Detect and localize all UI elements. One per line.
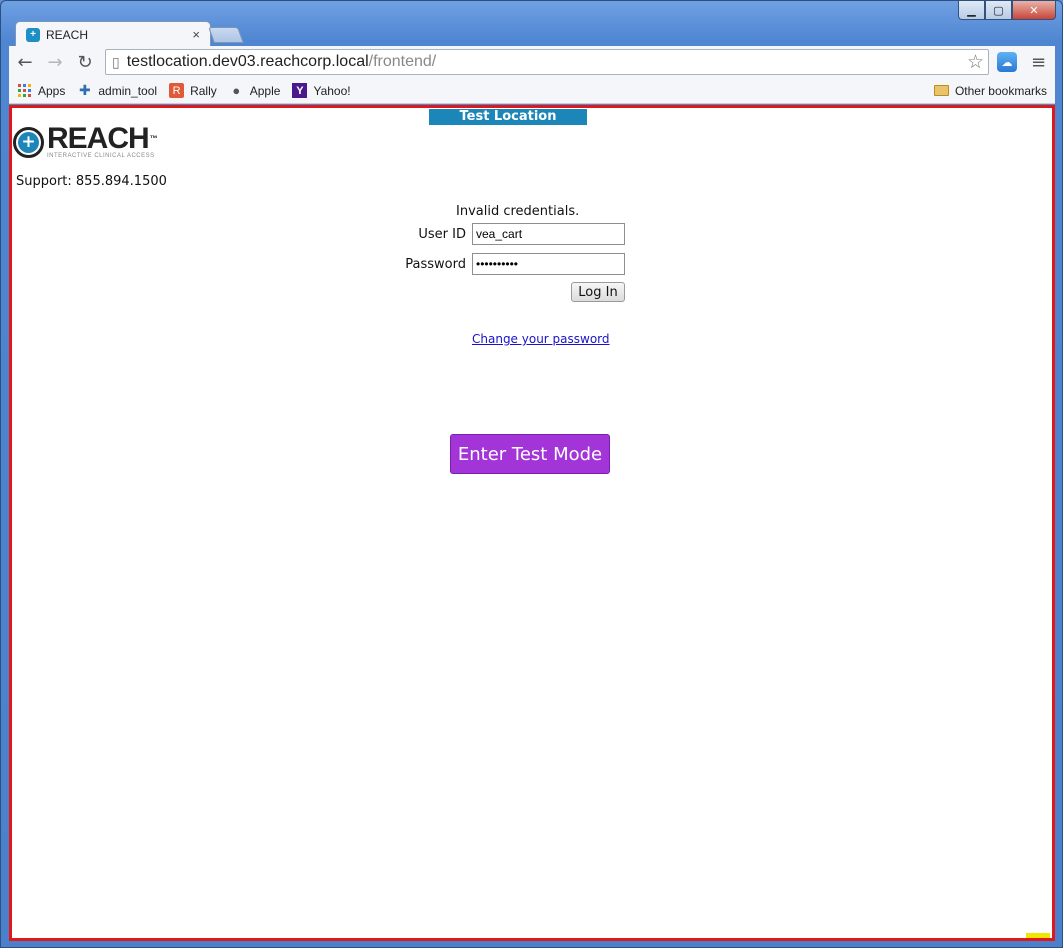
maximize-icon[interactable]: ▢ [985,1,1012,20]
bookmark-label: Yahoo! [313,83,351,98]
logo-word: REACH™ [47,122,158,155]
forward-icon[interactable]: → [41,48,69,76]
new-tab-button[interactable] [208,27,244,43]
login-button[interactable]: Log In [571,282,625,302]
change-password-link[interactable]: Change your password [472,332,610,346]
url-host: testlocation.dev03.reachcorp.local [126,53,369,70]
folder-icon [933,83,949,98]
reload-icon[interactable]: ↻ [71,48,99,76]
bookmark-apple[interactable]: ● Apple [229,83,281,98]
bookmark-star-icon[interactable]: ☆ [967,51,984,74]
password-label: Password [405,257,466,272]
tab-close-icon[interactable]: × [192,27,200,42]
bookmark-label: Rally [190,83,217,98]
reach-logo-icon: + [13,127,44,158]
bookmark-rally[interactable]: R Rally [169,83,217,98]
logo-tagline: INTERACTIVE CLINICAL ACCESS [47,153,155,159]
url-path: /frontend/ [368,53,437,70]
bookmark-label: admin_tool [98,83,158,98]
tab-title: REACH [46,27,89,42]
corner-indicator [1026,933,1050,938]
bookmark-apps[interactable]: Apps [17,83,65,98]
user-id-label: User ID [418,227,466,242]
window-controls: ▁ ▢ ✕ [958,1,1056,20]
browser-window: ▁ ▢ ✕ + REACH × ← → ↻ ▯ testlocation.dev… [0,0,1063,948]
bookmarks-bar: Apps ✚ admin_tool R Rally ● Apple Y Yaho… [9,78,1055,104]
back-icon[interactable]: ← [11,48,39,76]
support-phone: Support: 855.894.1500 [16,174,167,189]
tab-reach[interactable]: + REACH × [15,21,211,47]
reach-logo: + REACH™ INTERACTIVE CLINICAL ACCESS [13,122,158,159]
yahoo-icon: Y [292,83,308,98]
error-message: Invalid credentials. [456,204,580,219]
cloud-extension-icon[interactable]: ☁ [997,52,1017,72]
password-input[interactable] [472,253,625,275]
location-banner: Test Location (dev03) [429,109,587,140]
browser-toolbar: ← → ↻ ▯ testlocation.dev03.reachcorp.loc… [9,46,1055,78]
bookmark-label: Apps [38,83,66,98]
page-viewport: Test Location (dev03) + REACH™ INTERACTI… [9,105,1055,941]
address-bar[interactable]: ▯ testlocation.dev03.reachcorp.local/fro… [105,49,989,75]
apps-grid-icon [17,83,32,98]
bookmark-admin-tool[interactable]: ✚ admin_tool [77,82,158,98]
minimize-icon[interactable]: ▁ [958,1,985,20]
user-id-input[interactable] [472,223,625,245]
apple-icon: ● [232,83,241,98]
bookmark-label: Other bookmarks [954,83,1047,98]
page-icon: ▯ [112,53,120,70]
bookmark-other[interactable]: Other bookmarks [933,83,1047,98]
enter-test-mode-button[interactable]: Enter Test Mode [450,434,610,474]
bookmark-yahoo[interactable]: Y Yahoo! [292,83,351,98]
python-icon: ✚ [78,82,91,98]
close-window-icon[interactable]: ✕ [1012,1,1056,20]
bookmark-label: Apple [249,83,281,98]
reach-favicon-icon: + [26,27,40,42]
rally-icon: R [169,83,185,98]
menu-icon[interactable]: ≡ [1031,52,1046,73]
